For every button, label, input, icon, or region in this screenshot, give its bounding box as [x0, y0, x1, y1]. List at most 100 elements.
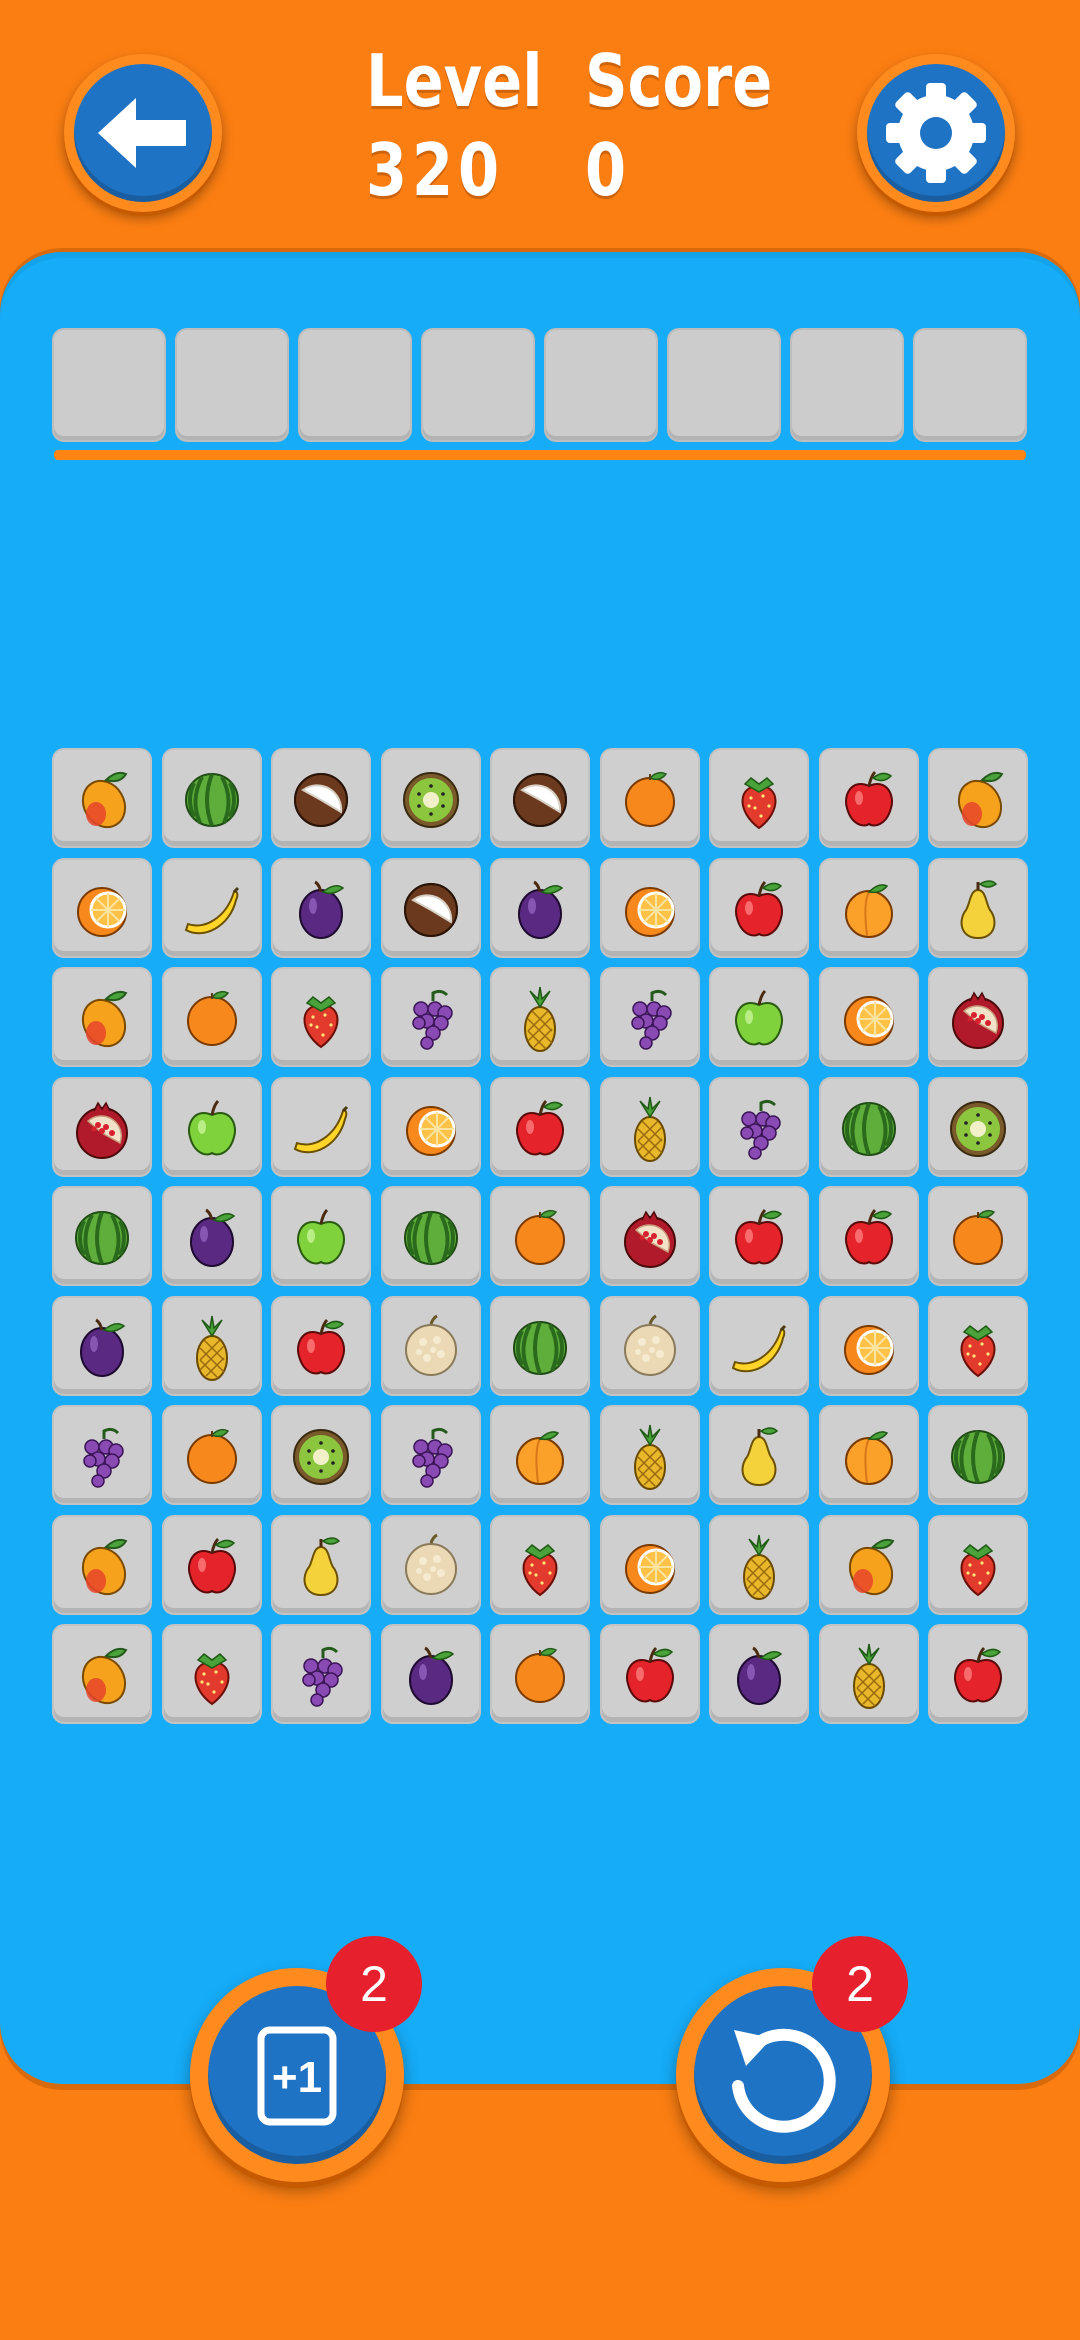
fruit-tile-orange[interactable] [163, 969, 260, 1065]
fruit-tile-red-apple[interactable] [820, 750, 917, 846]
fruit-tile-mango[interactable] [930, 750, 1026, 846]
fruit-tile-pomegranate[interactable] [601, 1188, 698, 1284]
fruit-tile-orange[interactable] [163, 1407, 260, 1503]
fruit-tile-banana[interactable] [163, 859, 260, 956]
fruit-tile-coconut[interactable] [382, 859, 479, 956]
fruit-tile-watermelon[interactable] [54, 1188, 150, 1284]
fruit-tile-red-apple[interactable] [163, 1516, 260, 1613]
fruit-tile-pear[interactable] [711, 1407, 807, 1503]
fruit-tile-orange[interactable] [492, 1626, 588, 1722]
fruit-tile-plum[interactable] [54, 1297, 150, 1394]
fruit-tile-red-apple[interactable] [820, 1188, 917, 1284]
fruit-tile-grapes[interactable] [382, 969, 479, 1065]
slot-tray [54, 330, 1026, 442]
fruit-tile-red-apple[interactable] [601, 1626, 698, 1722]
fruit-tile-watermelon[interactable] [820, 1078, 917, 1175]
fruit-tile-strawberry[interactable] [711, 750, 807, 846]
fruit-tile-banana[interactable] [711, 1297, 807, 1394]
fruit-tile-kiwi[interactable] [382, 750, 479, 846]
melon-icon [404, 1314, 457, 1376]
fruit-tile-orange-half[interactable] [820, 1297, 917, 1394]
fruit-tile-watermelon[interactable] [163, 750, 260, 846]
fruit-tile-red-apple[interactable] [711, 859, 807, 956]
fruit-tile-pear[interactable] [930, 859, 1026, 956]
strawberry-icon [741, 777, 777, 830]
fruit-tile-melon[interactable] [382, 1516, 479, 1613]
watermelon-icon [184, 773, 239, 827]
fruit-tile-strawberry[interactable] [930, 1516, 1026, 1613]
fruit-tile-apricot[interactable] [820, 859, 917, 956]
fruit-tile-mango[interactable] [54, 1516, 150, 1613]
fruit-tile-plum[interactable] [273, 859, 369, 956]
fruit-tile-coconut[interactable] [273, 750, 369, 846]
fruit-tile-plum[interactable] [382, 1626, 479, 1722]
fruit-tile-pear[interactable] [273, 1516, 369, 1613]
fruit-tile-kiwi[interactable] [273, 1407, 369, 1503]
fruit-tile-pineapple[interactable] [601, 1078, 698, 1175]
orange-half-icon [624, 1543, 675, 1594]
fruit-tile-pomegranate[interactable] [54, 1078, 150, 1175]
fruit-tile-pineapple[interactable] [711, 1516, 807, 1613]
fruit-tile-watermelon[interactable] [492, 1297, 588, 1394]
slot-7 [792, 330, 902, 440]
kiwi-icon [950, 1100, 1006, 1157]
fruit-tile-grapes[interactable] [601, 969, 698, 1065]
fruit-tile-red-apple[interactable] [930, 1626, 1026, 1722]
fruit-tile-orange[interactable] [930, 1188, 1026, 1284]
fruit-tile-strawberry[interactable] [930, 1297, 1026, 1394]
grapes-icon [740, 1099, 781, 1160]
strawberry-icon [303, 996, 339, 1049]
fruit-tile-pineapple[interactable] [820, 1626, 917, 1722]
mango-icon [81, 1538, 128, 1595]
level-display: Level 320 [366, 38, 542, 216]
red-apple-icon [516, 1099, 564, 1155]
fruit-tile-plum[interactable] [163, 1188, 260, 1284]
fruit-tile-apricot[interactable] [492, 1407, 588, 1503]
fruit-tile-melon[interactable] [382, 1297, 479, 1394]
fruit-tile-orange-half[interactable] [820, 969, 917, 1065]
fruit-tile-orange[interactable] [601, 750, 698, 846]
fruit-tile-kiwi[interactable] [930, 1078, 1026, 1175]
fruit-tile-apricot[interactable] [820, 1407, 917, 1503]
fruit-tile-orange-half[interactable] [601, 859, 698, 956]
score-value: 0 [585, 128, 632, 212]
fruit-tile-pineapple[interactable] [163, 1297, 260, 1394]
fruit-tile-strawberry[interactable] [492, 1516, 588, 1613]
kiwi-icon [402, 772, 459, 828]
fruit-tile-mango[interactable] [820, 1516, 917, 1613]
fruit-tile-grapes[interactable] [711, 1078, 807, 1175]
fruit-tile-pomegranate[interactable] [930, 969, 1026, 1065]
fruit-tile-plum[interactable] [711, 1626, 807, 1722]
fruit-tile-green-apple[interactable] [163, 1078, 260, 1175]
fruit-tile-plum[interactable] [492, 859, 588, 956]
fruit-tile-coconut[interactable] [492, 750, 588, 846]
fruit-tile-mango[interactable] [54, 969, 150, 1065]
fruit-tile-strawberry[interactable] [163, 1626, 260, 1722]
fruit-tile-mango[interactable] [54, 750, 150, 846]
fruit-tile-orange[interactable] [492, 1188, 588, 1284]
fruit-tile-red-apple[interactable] [711, 1188, 807, 1284]
fruit-tile-grapes[interactable] [54, 1407, 150, 1503]
fruit-tile-grapes[interactable] [382, 1407, 479, 1503]
fruit-tile-watermelon[interactable] [382, 1188, 479, 1284]
fruit-tile-pineapple[interactable] [492, 969, 588, 1065]
fruit-tile-watermelon[interactable] [930, 1407, 1026, 1503]
fruit-tile-strawberry[interactable] [273, 969, 369, 1065]
fruit-tile-green-apple[interactable] [273, 1188, 369, 1284]
strawberry-icon [960, 1324, 996, 1377]
back-button[interactable] [64, 54, 222, 212]
fruit-tile-mango[interactable] [54, 1626, 150, 1722]
fruit-tile-red-apple[interactable] [492, 1078, 588, 1175]
pomegranate-icon [623, 1210, 676, 1268]
fruit-tile-orange-half[interactable] [601, 1516, 698, 1613]
fruit-tile-banana[interactable] [273, 1078, 369, 1175]
fruit-tile-grapes[interactable] [273, 1626, 369, 1722]
fruit-tile-green-apple[interactable] [711, 969, 807, 1065]
coconut-icon [294, 773, 348, 827]
settings-button[interactable] [857, 54, 1015, 212]
fruit-tile-orange-half[interactable] [382, 1078, 479, 1175]
fruit-tile-melon[interactable] [601, 1297, 698, 1394]
fruit-tile-orange-half[interactable] [54, 859, 150, 956]
fruit-tile-red-apple[interactable] [273, 1297, 369, 1394]
fruit-tile-pineapple[interactable] [601, 1407, 698, 1503]
